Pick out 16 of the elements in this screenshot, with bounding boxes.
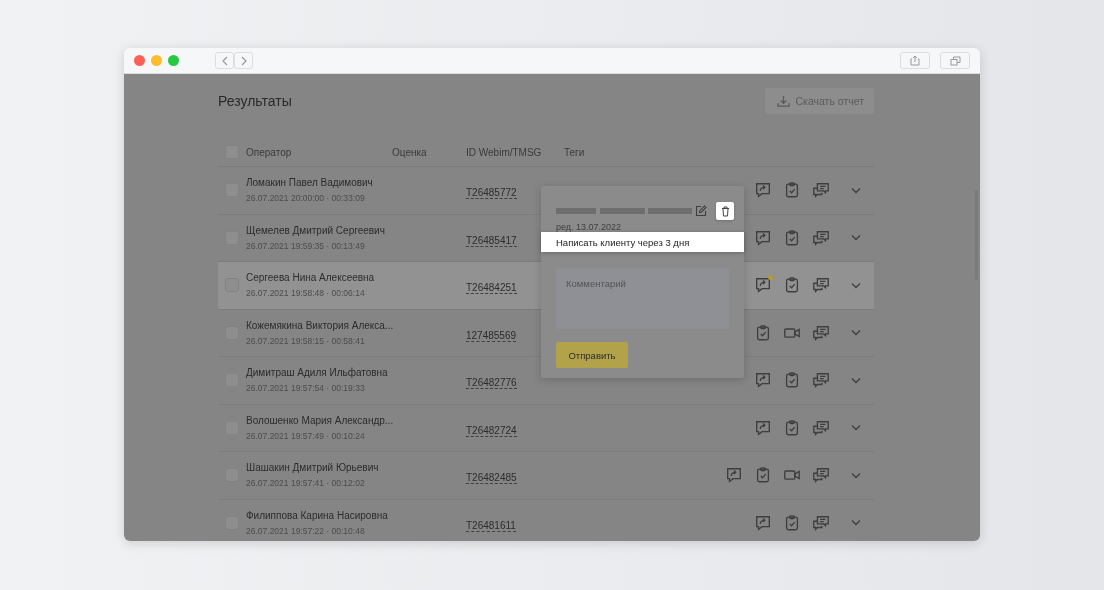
column-header: Оператор — [246, 146, 293, 158]
note-text: Написать клиенту через 3 дня — [541, 232, 744, 252]
operator-name: Шашакин Дмитрий Юрьевич — [246, 462, 380, 474]
operator-name: Ломакин Павел Вадимович — [246, 177, 374, 189]
operator-name: Волошенко Мария Александр... — [246, 414, 392, 426]
column-header: ID Webim/TMSG — [466, 146, 543, 158]
edited-date: ред. 13.07.2022 — [556, 222, 623, 232]
column-header: Оценка — [392, 146, 428, 158]
column-header: Теги — [564, 146, 586, 158]
operator-name: Щемелев Дмитрий Сергеевич — [246, 224, 386, 236]
page-title: Результаты — [218, 93, 292, 109]
operator-name: Сергеева Нина Алексеевна — [246, 272, 376, 284]
chat-date-duration: 26.07.2021 19:58:48 · 00:06:14 — [246, 288, 366, 299]
operator-name: Кожемякина Виктория Алекса... — [246, 319, 392, 331]
operator-name: Филиппова Карина Насировна — [246, 509, 389, 521]
operator-name: Димитраш Адиля Ильфатовна — [246, 367, 389, 379]
